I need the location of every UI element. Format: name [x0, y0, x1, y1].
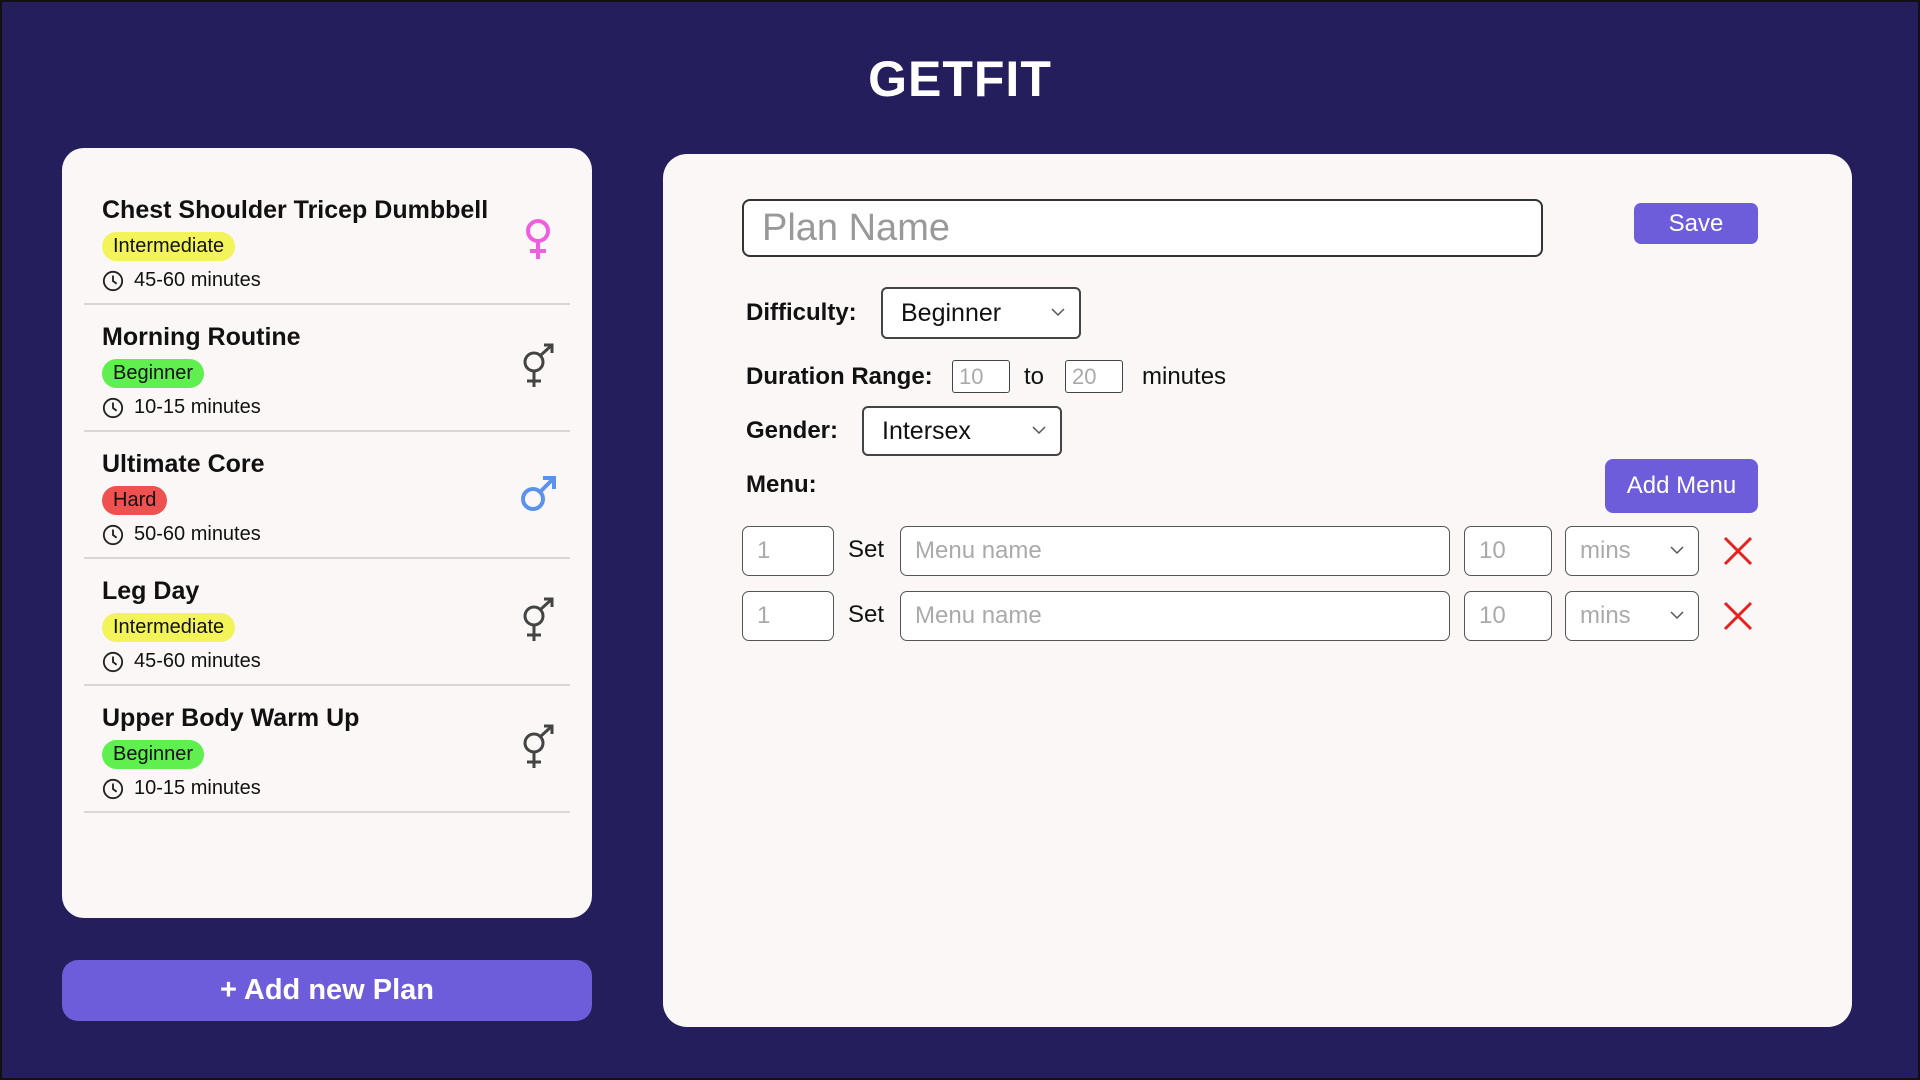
- gender-select[interactable]: Intersex: [862, 406, 1062, 456]
- plan-name-input[interactable]: Plan Name: [742, 199, 1543, 257]
- clock-icon: [102, 524, 124, 545]
- plan-item[interactable]: Leg Day Intermediate 45-60 minutes: [84, 559, 570, 686]
- add-new-plan-button[interactable]: + Add new Plan: [62, 960, 592, 1021]
- plan-editor: Plan Name Save Difficulty: Beginner Dura…: [663, 154, 1852, 1027]
- plan-duration: 10-15 minutes: [102, 777, 570, 800]
- sets-input[interactable]: 1: [742, 591, 834, 641]
- intersex-icon: [523, 597, 554, 641]
- plan-duration: 50-60 minutes: [102, 523, 570, 546]
- menu-name-input[interactable]: Menu name: [900, 526, 1450, 576]
- difficulty-badge: Beginner: [102, 359, 205, 388]
- unit-value: mins: [1580, 537, 1631, 564]
- plan-name: Upper Body Warm Up: [102, 704, 360, 732]
- save-button[interactable]: Save: [1634, 203, 1758, 244]
- duration-text: 45-60 minutes: [134, 650, 261, 672]
- plan-item[interactable]: Ultimate Core Hard 50-60 minutes: [84, 432, 570, 559]
- plan-duration: 45-60 minutes: [102, 269, 570, 292]
- chevron-down-icon: [1051, 308, 1065, 317]
- gender-value: Intersex: [882, 416, 971, 445]
- plan-item[interactable]: Chest Shoulder Tricep Dumbbell Intermedi…: [84, 178, 570, 305]
- chevron-down-icon: [1032, 426, 1046, 435]
- duration-unit-text: minutes: [1142, 363, 1227, 390]
- plan-name: Morning Routine: [102, 323, 301, 351]
- sets-input[interactable]: 1: [742, 526, 834, 576]
- plan-item[interactable]: Upper Body Warm Up Beginner 10-15 minute…: [84, 686, 570, 813]
- clock-icon: [102, 270, 124, 291]
- duration-range-label: Duration Range:: [746, 363, 933, 390]
- duration-text: 10-15 minutes: [134, 777, 261, 799]
- menu-row: 1 Set Menu name 10 mins: [742, 526, 1762, 576]
- add-menu-button[interactable]: Add Menu: [1605, 459, 1758, 513]
- gender-label: Gender:: [746, 417, 839, 444]
- duration-min-input[interactable]: 10: [952, 360, 1010, 393]
- difficulty-badge: Beginner: [102, 740, 205, 769]
- clock-icon: [102, 651, 124, 672]
- difficulty-select[interactable]: Beginner: [881, 287, 1081, 339]
- plan-list: Chest Shoulder Tricep Dumbbell Intermedi…: [62, 148, 592, 918]
- intersex-icon: [523, 343, 554, 387]
- app-title: GETFIT: [868, 51, 1052, 107]
- amount-input[interactable]: 10: [1464, 526, 1552, 576]
- difficulty-badge: Intermediate: [102, 232, 236, 261]
- menu-name-input[interactable]: Menu name: [900, 591, 1450, 641]
- plan-duration: 45-60 minutes: [102, 650, 570, 673]
- unit-value: mins: [1580, 602, 1631, 629]
- difficulty-label: Difficulty:: [746, 299, 857, 326]
- delete-icon[interactable]: [1722, 535, 1754, 567]
- set-label: Set: [848, 536, 885, 563]
- amount-input[interactable]: 10: [1464, 591, 1552, 641]
- menu-row: 1 Set Menu name 10 mins: [742, 591, 1762, 641]
- duration-text: 50-60 minutes: [134, 523, 261, 545]
- female-icon: [526, 219, 550, 259]
- duration-text: 45-60 minutes: [134, 269, 261, 291]
- plan-duration: 10-15 minutes: [102, 396, 570, 419]
- duration-text: 10-15 minutes: [134, 396, 261, 418]
- male-icon: [521, 476, 556, 511]
- set-label: Set: [848, 601, 885, 628]
- difficulty-value: Beginner: [901, 298, 1002, 327]
- plan-item[interactable]: Morning Routine Beginner 10-15 minutes: [84, 305, 570, 432]
- chevron-down-icon: [1670, 611, 1684, 620]
- menu-label: Menu:: [746, 471, 817, 498]
- clock-icon: [102, 397, 124, 418]
- delete-icon[interactable]: [1722, 600, 1754, 632]
- unit-select[interactable]: mins: [1565, 526, 1699, 576]
- difficulty-badge: Hard: [102, 486, 168, 515]
- chevron-down-icon: [1670, 546, 1684, 555]
- plan-name: Ultimate Core: [102, 450, 265, 478]
- plan-name: Leg Day: [102, 577, 200, 605]
- duration-to-text: to: [1024, 363, 1045, 390]
- clock-icon: [102, 778, 124, 799]
- duration-max-input[interactable]: 20: [1065, 360, 1123, 393]
- plan-name: Chest Shoulder Tricep Dumbbell: [102, 196, 489, 224]
- unit-select[interactable]: mins: [1565, 591, 1699, 641]
- difficulty-badge: Intermediate: [102, 613, 236, 642]
- intersex-icon: [523, 724, 554, 768]
